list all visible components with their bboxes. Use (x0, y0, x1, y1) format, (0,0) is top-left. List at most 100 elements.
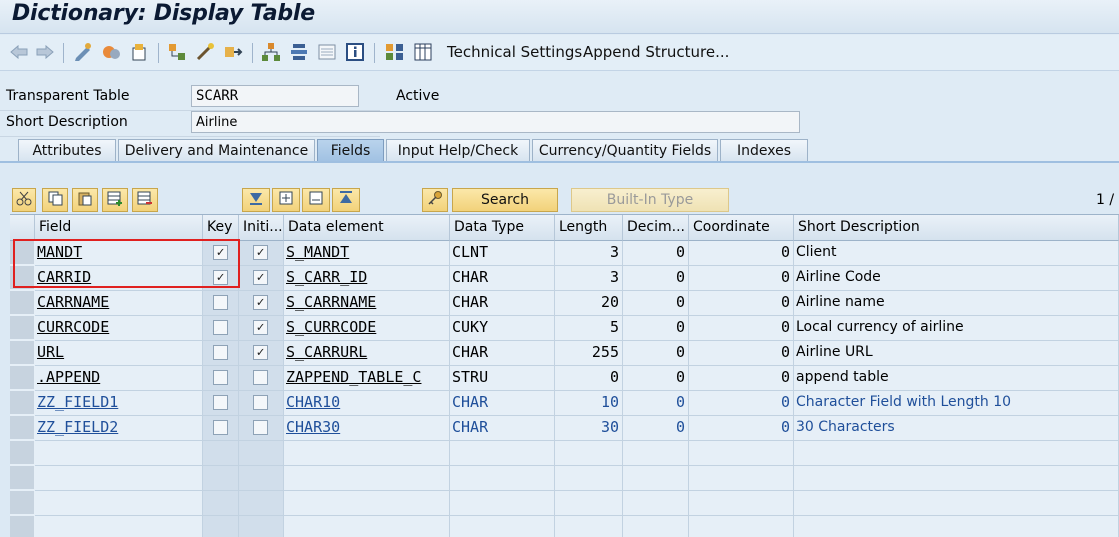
initial-checkbox[interactable] (239, 391, 284, 416)
data-element-cell[interactable]: CHAR30 (284, 416, 450, 441)
object-list-icon[interactable] (288, 41, 310, 63)
unchecked-checkbox-icon[interactable] (213, 395, 228, 410)
data-element-cell-text[interactable]: CHAR30 (286, 418, 340, 436)
row-selector[interactable] (10, 516, 34, 537)
back-icon[interactable] (8, 41, 30, 63)
tab-indexes[interactable]: Indexes (720, 139, 808, 162)
info-icon[interactable] (344, 41, 366, 63)
data-element-cell-text[interactable]: ZAPPEND_TABLE_C (286, 368, 421, 386)
data-element-cell-text[interactable]: S_MANDT (286, 243, 349, 261)
select-all-header[interactable] (10, 215, 35, 241)
key-checkbox[interactable] (203, 291, 239, 316)
other-object-icon[interactable] (128, 41, 150, 63)
checked-checkbox-icon[interactable]: ✓ (253, 345, 268, 360)
data-element-cell-text[interactable]: S_CARRURL (286, 343, 367, 361)
data-element-cell[interactable]: S_CARR_ID (284, 266, 450, 291)
column-header-field[interactable]: Field (35, 215, 203, 241)
field-cell[interactable]: CURRCODE (35, 316, 203, 341)
navigate-icon[interactable] (194, 41, 216, 63)
insert-row-button[interactable] (102, 188, 128, 212)
row-selector[interactable] (10, 416, 34, 440)
forward-icon[interactable] (34, 41, 56, 63)
tab-currency-quantity-fields[interactable]: Currency/Quantity Fields (532, 139, 718, 162)
row-selector[interactable] (10, 366, 34, 390)
column-header-data-type[interactable]: Data Type (450, 215, 555, 241)
cut-row-button[interactable] (12, 188, 36, 212)
row-selector[interactable] (10, 391, 34, 415)
field-cell[interactable]: URL (35, 341, 203, 366)
row-selector[interactable] (10, 466, 34, 490)
display-change-icon[interactable] (72, 41, 94, 63)
field-cell-text[interactable]: ZZ_FIELD2 (37, 418, 118, 436)
field-cell-text[interactable]: .APPEND (37, 368, 100, 386)
unchecked-checkbox-icon[interactable] (253, 420, 268, 435)
table-name-field[interactable]: SCARR (191, 85, 359, 107)
key-checkbox[interactable] (203, 391, 239, 416)
field-cell[interactable]: ZZ_FIELD1 (35, 391, 203, 416)
unchecked-checkbox-icon[interactable] (253, 395, 268, 410)
key-checkbox[interactable] (203, 316, 239, 341)
field-cell[interactable]: CARRNAME (35, 291, 203, 316)
column-header-coordinate[interactable]: Coordinate (689, 215, 794, 241)
where-used-icon[interactable] (166, 41, 188, 63)
checked-checkbox-icon[interactable]: ✓ (253, 245, 268, 260)
row-selector[interactable] (10, 291, 34, 315)
entity-icon[interactable] (384, 41, 406, 63)
data-element-cell[interactable]: S_CARRURL (284, 341, 450, 366)
initial-checkbox[interactable] (239, 416, 284, 441)
row-selector[interactable] (10, 341, 34, 365)
field-cell-text[interactable]: URL (37, 343, 64, 361)
copy-row-button[interactable] (42, 188, 68, 212)
field-cell-text[interactable]: CARRNAME (37, 293, 109, 311)
tab-fields[interactable]: Fields (317, 139, 384, 163)
initial-checkbox[interactable]: ✓ (239, 341, 284, 366)
key-checkbox[interactable] (203, 366, 239, 391)
row-selector[interactable] (10, 316, 34, 340)
field-cell-text[interactable]: ZZ_FIELD1 (37, 393, 118, 411)
key-checkbox[interactable] (203, 341, 239, 366)
column-header-key[interactable]: Key (203, 215, 239, 241)
unchecked-checkbox-icon[interactable] (213, 370, 228, 385)
data-element-cell[interactable]: S_CARRNAME (284, 291, 450, 316)
column-header-length[interactable]: Length (555, 215, 623, 241)
append-structure-button[interactable]: Append Structure... (583, 43, 729, 61)
checked-checkbox-icon[interactable]: ✓ (253, 320, 268, 335)
initial-checkbox[interactable]: ✓ (239, 291, 284, 316)
column-header-short-description[interactable]: Short Description (794, 215, 1119, 241)
unchecked-checkbox-icon[interactable] (253, 370, 268, 385)
search-button[interactable]: Search (452, 188, 558, 212)
active-inactive-icon[interactable] (100, 41, 122, 63)
data-element-cell[interactable]: S_CURRCODE (284, 316, 450, 341)
initial-checkbox[interactable]: ✓ (239, 266, 284, 291)
data-element-cell[interactable]: ZAPPEND_TABLE_C (284, 366, 450, 391)
checked-checkbox-icon[interactable]: ✓ (253, 295, 268, 310)
previous-page-button[interactable] (272, 188, 300, 212)
row-selector[interactable] (10, 491, 34, 515)
data-element-cell-text[interactable]: S_CURRCODE (286, 318, 376, 336)
technical-settings-button[interactable]: Technical Settings (447, 43, 582, 61)
data-element-cell-text[interactable]: CHAR10 (286, 393, 340, 411)
checked-checkbox-icon[interactable]: ✓ (253, 270, 268, 285)
unchecked-checkbox-icon[interactable] (213, 420, 228, 435)
column-header-data-element[interactable]: Data element (284, 215, 450, 241)
delete-row-button[interactable] (132, 188, 158, 212)
column-header-decimals[interactable]: Decim... (623, 215, 689, 241)
transport-icon[interactable] (222, 41, 244, 63)
tab-input-help-check[interactable]: Input Help/Check (386, 139, 530, 162)
initial-checkbox[interactable] (239, 366, 284, 391)
column-header-initial[interactable]: Initi... (239, 215, 284, 241)
row-selector[interactable] (10, 441, 34, 465)
next-page-button[interactable] (302, 188, 330, 212)
paste-row-button[interactable] (72, 188, 98, 212)
unchecked-checkbox-icon[interactable] (213, 345, 228, 360)
key-checkbox[interactable] (203, 416, 239, 441)
field-cell[interactable]: ZZ_FIELD2 (35, 416, 203, 441)
hierarchy-icon[interactable] (260, 41, 282, 63)
data-element-cell-text[interactable]: S_CARRNAME (286, 293, 376, 311)
short-description-field[interactable]: Airline (191, 111, 800, 133)
initial-checkbox[interactable]: ✓ (239, 241, 284, 266)
unchecked-checkbox-icon[interactable] (213, 295, 228, 310)
data-element-cell-text[interactable]: S_CARR_ID (286, 268, 367, 286)
first-page-button[interactable] (242, 188, 270, 212)
last-page-button[interactable] (332, 188, 360, 212)
